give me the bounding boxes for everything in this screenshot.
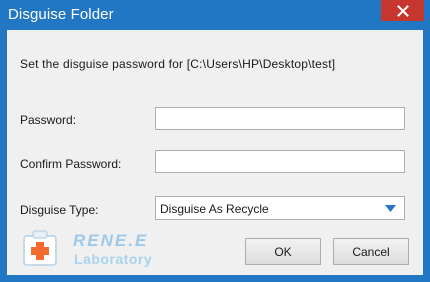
confirm-password-input[interactable] [155, 150, 405, 173]
first-aid-kit-icon [23, 230, 57, 266]
close-icon [396, 4, 409, 17]
disguise-type-select[interactable]: Disguise As Recycle [155, 196, 405, 220]
rene-logo: RENE.E Laboratory [19, 227, 159, 271]
password-input[interactable] [155, 107, 405, 130]
title-bar[interactable]: Disguise Folder [0, 0, 430, 30]
chevron-down-icon [385, 205, 396, 212]
cancel-button[interactable]: Cancel [333, 238, 409, 265]
password-label: Password: [20, 113, 77, 127]
dialog-window: Disguise Folder Set the disguise passwor… [0, 0, 430, 282]
dialog-heading: Set the disguise password for [C:\Users\… [20, 57, 336, 71]
window-title: Disguise Folder [8, 6, 114, 23]
logo-subtitle: Laboratory [74, 251, 153, 267]
ok-button[interactable]: OK [245, 238, 321, 265]
disguise-type-value: Disguise As Recycle [160, 202, 269, 216]
logo-name: RENE.E [73, 231, 149, 250]
close-button[interactable] [381, 0, 424, 21]
disguise-type-label: Disguise Type: [20, 203, 99, 217]
dialog-content: Set the disguise password for [C:\Users\… [7, 30, 423, 275]
confirm-password-label: Confirm Password: [20, 157, 122, 171]
